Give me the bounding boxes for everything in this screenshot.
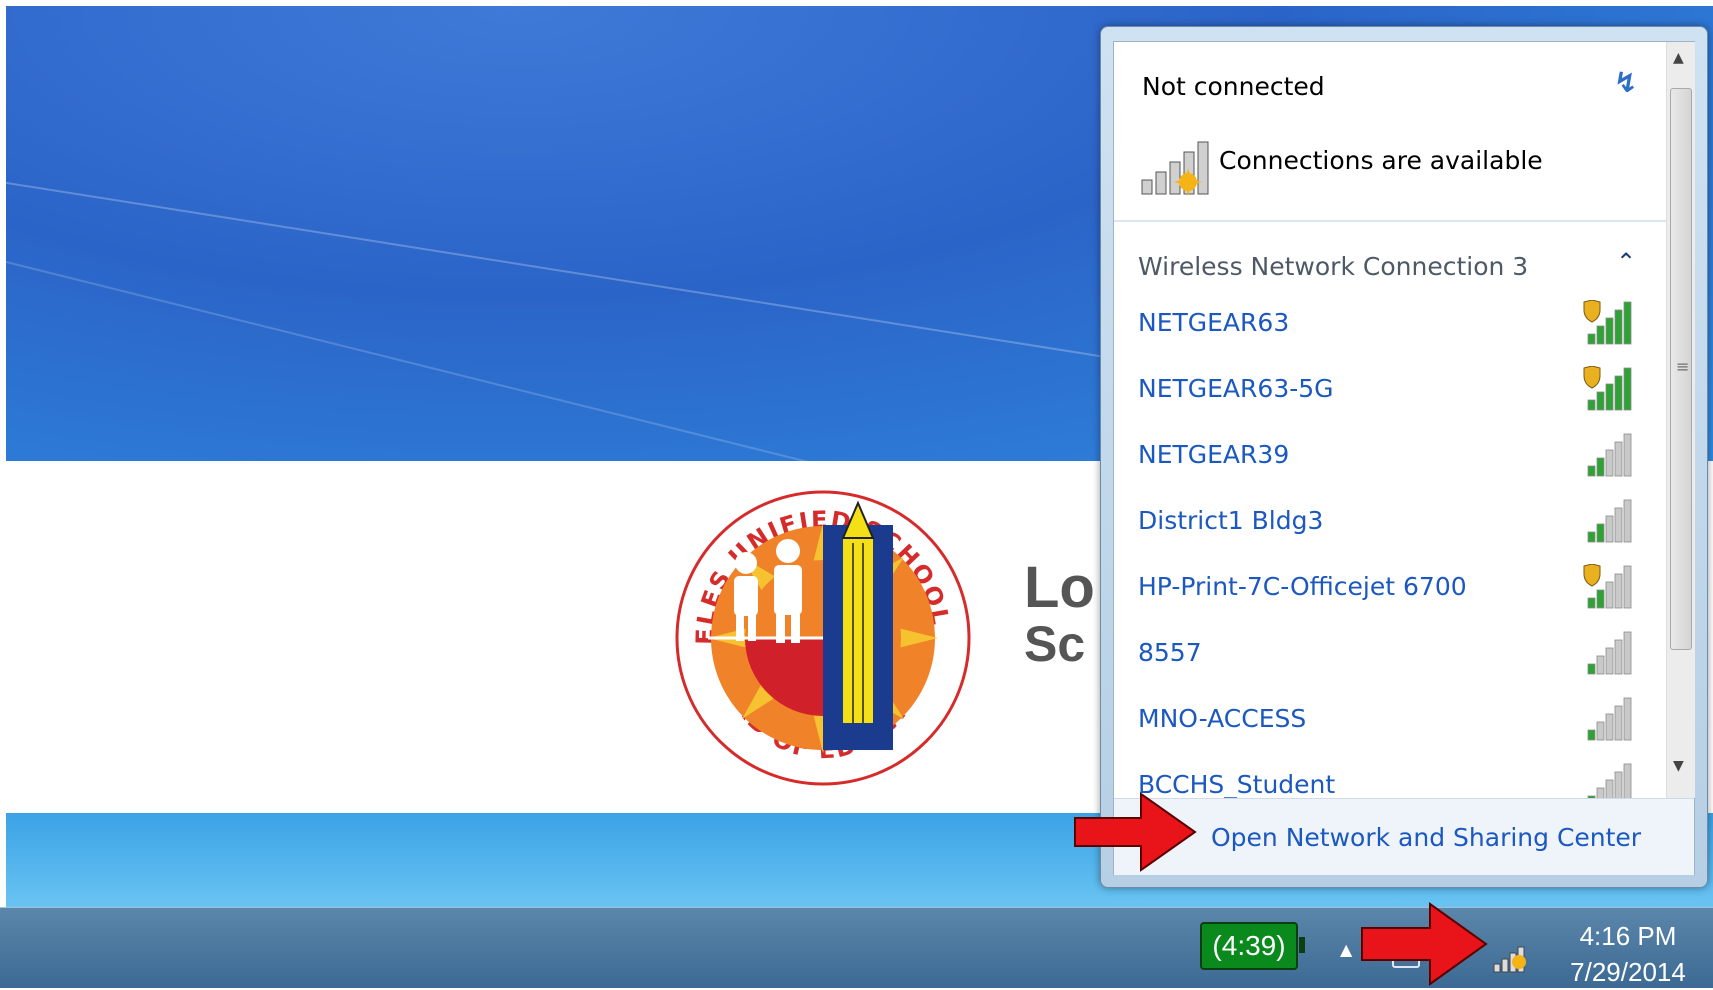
lausd-seal-logo: LOS ANGELES UNIFIED SCHOOL DISTRICT BOAR… — [668, 483, 973, 788]
security-shield-icon — [1583, 564, 1601, 587]
network-item[interactable]: NETGEAR63 — [1114, 292, 1666, 358]
network-name: District1 Bldg3 — [1138, 506, 1324, 535]
signal-strength-icon — [1587, 499, 1632, 543]
annotation-arrow — [1361, 902, 1488, 986]
clock-time: 4:16 PM — [1579, 921, 1677, 951]
security-shield-icon — [1583, 300, 1601, 323]
wireless-network-list: NETGEAR63 NETGEAR63-5G NETGEAR39 District1 … — [1114, 292, 1666, 798]
annotation-arrow — [1074, 792, 1197, 872]
wireless-adapter-title: Wireless Network Connection 3 — [1138, 252, 1529, 281]
wallpaper-streak — [6, 166, 1190, 372]
chevron-up-icon[interactable]: ⌃ — [1616, 248, 1636, 276]
network-name: NETGEAR39 — [1138, 440, 1290, 469]
network-name: MNO-ACCESS — [1138, 704, 1307, 733]
network-flyout: Not connected ↯ Connections are availabl… — [1100, 26, 1708, 888]
scroll-up-arrow[interactable]: ▲ — [1673, 50, 1684, 66]
security-shield-icon — [1583, 366, 1601, 389]
network-item[interactable]: HP-Print-7C-Officejet 6700 — [1114, 556, 1666, 622]
network-tray-icon[interactable] — [1492, 940, 1530, 974]
network-flyout-content: Not connected ↯ Connections are availabl… — [1114, 42, 1666, 798]
network-item[interactable]: MNO-ACCESS — [1114, 688, 1666, 754]
signal-strength-icon — [1587, 631, 1632, 675]
scroll-down-arrow[interactable]: ▼ — [1673, 758, 1684, 774]
signal-strength-icon — [1587, 763, 1632, 798]
district-name-line2: Sc — [1024, 616, 1086, 672]
divider — [1114, 220, 1666, 222]
network-item[interactable]: District1 Bldg3 — [1114, 490, 1666, 556]
clock-date: 7/29/2014 — [1570, 957, 1686, 987]
scrollbar-thumb[interactable]: ≡ — [1670, 88, 1692, 650]
district-name-text: Lo Sc — [1024, 555, 1095, 673]
signal-strength-icon — [1587, 433, 1632, 477]
district-name-line1: Lo — [1024, 555, 1095, 620]
system-clock[interactable]: 4:16 PM 7/29/2014 — [1558, 918, 1698, 990]
network-item[interactable]: NETGEAR39 — [1114, 424, 1666, 490]
signal-strength-icon — [1583, 366, 1632, 411]
network-item[interactable]: NETGEAR63-5G — [1114, 358, 1666, 424]
connections-available-icon — [1141, 141, 1209, 196]
battery-indicator[interactable]: (4:39) — [1200, 922, 1305, 970]
refresh-icon[interactable]: ↯ — [1614, 66, 1637, 99]
scrollbar[interactable]: ▲ ≡ ▼ — [1666, 42, 1695, 798]
signal-strength-icon — [1587, 697, 1632, 741]
network-name: HP-Print-7C-Officejet 6700 — [1138, 572, 1467, 601]
connections-available-text: Connections are available — [1219, 146, 1543, 175]
network-item[interactable]: 8557 — [1114, 622, 1666, 688]
network-flyout-panel: Not connected ↯ Connections are availabl… — [1113, 41, 1695, 875]
signal-strength-icon — [1583, 564, 1632, 609]
network-name: 8557 — [1138, 638, 1202, 667]
network-name: NETGEAR63-5G — [1138, 374, 1334, 403]
show-hidden-icons-button[interactable]: ▲ — [1340, 940, 1352, 959]
connection-status-title: Not connected — [1142, 72, 1325, 101]
signal-strength-icon — [1583, 300, 1632, 345]
network-flyout-footer: Open Network and Sharing Center — [1114, 798, 1694, 875]
network-name: NETGEAR63 — [1138, 308, 1290, 337]
open-network-sharing-center-link[interactable]: Open Network and Sharing Center — [1211, 823, 1641, 852]
scrollbar-grip-icon: ≡ — [1676, 357, 1690, 376]
